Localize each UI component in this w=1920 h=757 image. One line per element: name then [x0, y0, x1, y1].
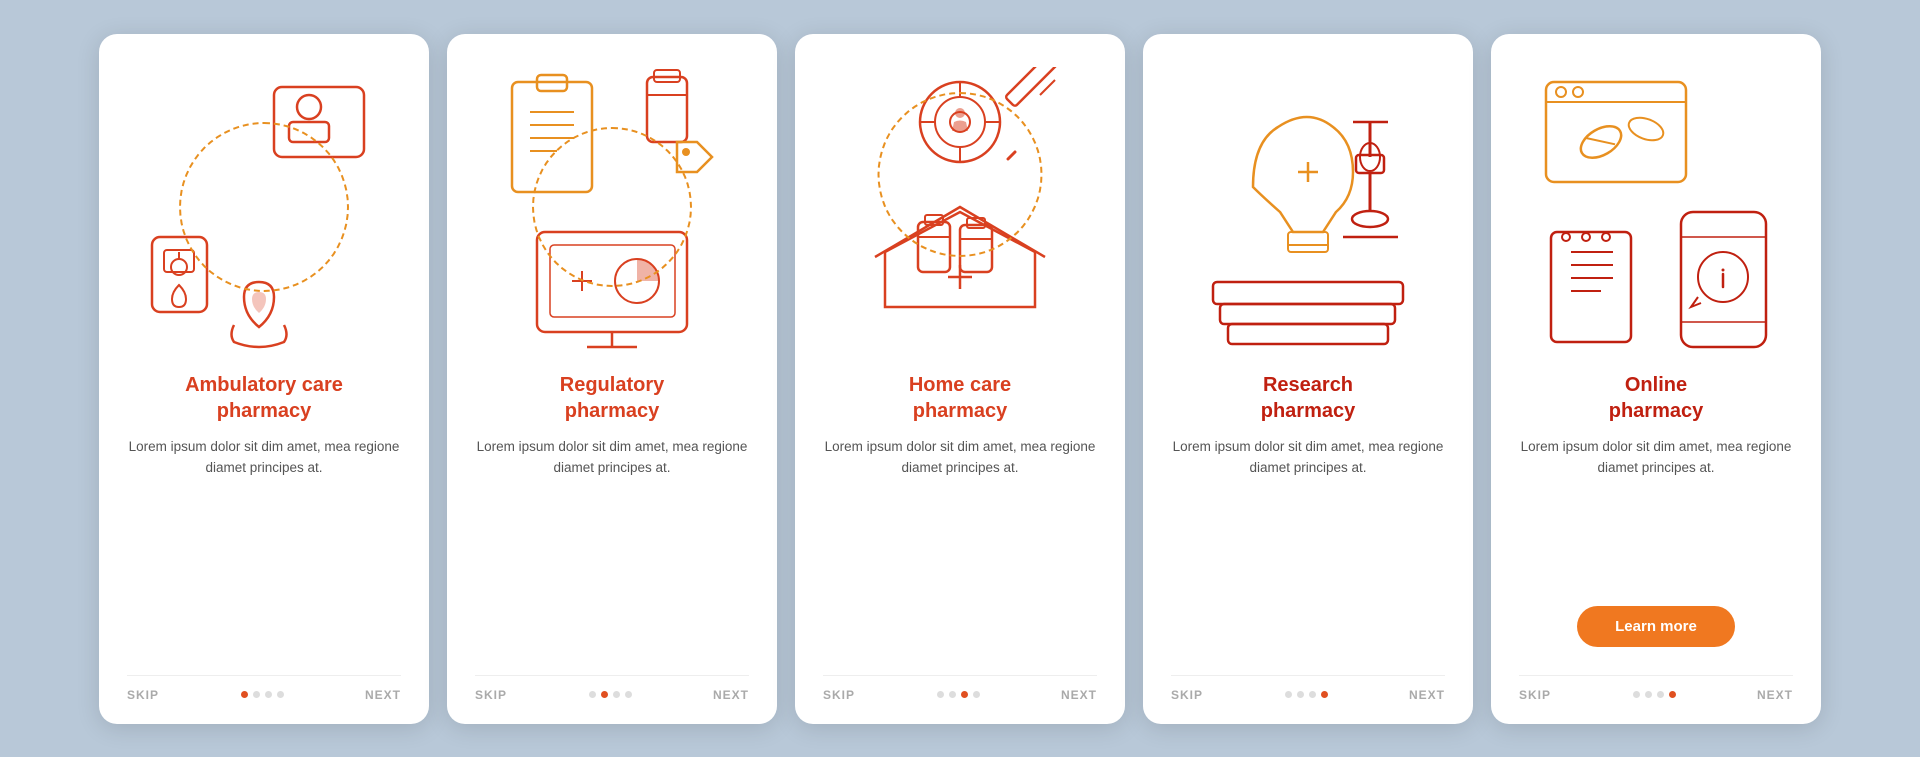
- dot-3: [265, 691, 272, 698]
- skip-button-research[interactable]: SKIP: [1171, 688, 1203, 702]
- dot-2: [1297, 691, 1304, 698]
- card-research: Researchpharmacy Lorem ipsum dolor sit d…: [1143, 34, 1473, 724]
- dots-ambulatory: [241, 691, 284, 698]
- dot-1: [241, 691, 248, 698]
- dot-1: [1285, 691, 1292, 698]
- dot-4: [1321, 691, 1328, 698]
- card-regulatory-title: Regulatorypharmacy: [560, 372, 664, 424]
- research-svg: [1178, 67, 1438, 357]
- card-online: Onlinepharmacy Lorem ipsum dolor sit dim…: [1491, 34, 1821, 724]
- card-regulatory-text: Lorem ipsum dolor sit dim amet, mea regi…: [475, 436, 749, 657]
- card-online-title: Onlinepharmacy: [1609, 372, 1704, 424]
- card-homecare-footer: SKIP NEXT: [823, 675, 1097, 702]
- card-ambulatory-icon-area: [127, 62, 401, 362]
- online-svg: [1526, 67, 1786, 357]
- dot-2: [601, 691, 608, 698]
- dot-4: [625, 691, 632, 698]
- card-homecare: Home carepharmacy Lorem ipsum dolor sit …: [795, 34, 1125, 724]
- skip-button-homecare[interactable]: SKIP: [823, 688, 855, 702]
- card-regulatory-icon-area: [475, 62, 749, 362]
- dot-2: [1645, 691, 1652, 698]
- dot-1: [937, 691, 944, 698]
- next-button-ambulatory[interactable]: NEXT: [365, 688, 401, 702]
- dot-1: [1633, 691, 1640, 698]
- dot-2: [253, 691, 260, 698]
- skip-button-online[interactable]: SKIP: [1519, 688, 1551, 702]
- dashed-circle-regulatory: [532, 127, 692, 287]
- cards-container: Ambulatory carepharmacy Lorem ipsum dolo…: [59, 4, 1861, 754]
- dots-research: [1285, 691, 1328, 698]
- card-ambulatory-footer: SKIP NEXT: [127, 675, 401, 702]
- skip-button-ambulatory[interactable]: SKIP: [127, 688, 159, 702]
- dot-2: [949, 691, 956, 698]
- dots-homecare: [937, 691, 980, 698]
- card-regulatory: Regulatorypharmacy Lorem ipsum dolor sit…: [447, 34, 777, 724]
- next-button-regulatory[interactable]: NEXT: [713, 688, 749, 702]
- card-homecare-title: Home carepharmacy: [909, 372, 1011, 424]
- dot-3: [1309, 691, 1316, 698]
- card-homecare-text: Lorem ipsum dolor sit dim amet, mea regi…: [823, 436, 1097, 657]
- dot-3: [961, 691, 968, 698]
- dot-3: [613, 691, 620, 698]
- dot-4: [973, 691, 980, 698]
- dots-online: [1633, 691, 1676, 698]
- dot-4: [277, 691, 284, 698]
- dot-3: [1657, 691, 1664, 698]
- next-button-online[interactable]: NEXT: [1757, 688, 1793, 702]
- next-button-homecare[interactable]: NEXT: [1061, 688, 1097, 702]
- learn-more-button[interactable]: Learn more: [1577, 606, 1735, 647]
- card-ambulatory-text: Lorem ipsum dolor sit dim amet, mea regi…: [127, 436, 401, 657]
- card-online-footer: SKIP NEXT: [1519, 675, 1793, 702]
- card-research-title: Researchpharmacy: [1261, 372, 1356, 424]
- card-online-text: Lorem ipsum dolor sit dim amet, mea regi…: [1519, 436, 1793, 602]
- dashed-circle-homecare: [878, 92, 1043, 257]
- card-online-icon-area: [1519, 62, 1793, 362]
- card-regulatory-footer: SKIP NEXT: [475, 675, 749, 702]
- dot-4: [1669, 691, 1676, 698]
- card-homecare-icon-area: [823, 62, 1097, 362]
- dashed-circle-ambulatory: [179, 122, 349, 292]
- card-research-icon-area: [1171, 62, 1445, 362]
- card-research-text: Lorem ipsum dolor sit dim amet, mea regi…: [1171, 436, 1445, 657]
- card-research-footer: SKIP NEXT: [1171, 675, 1445, 702]
- dot-1: [589, 691, 596, 698]
- skip-button-regulatory[interactable]: SKIP: [475, 688, 507, 702]
- next-button-research[interactable]: NEXT: [1409, 688, 1445, 702]
- card-ambulatory-title: Ambulatory carepharmacy: [185, 372, 343, 424]
- dots-regulatory: [589, 691, 632, 698]
- card-ambulatory: Ambulatory carepharmacy Lorem ipsum dolo…: [99, 34, 429, 724]
